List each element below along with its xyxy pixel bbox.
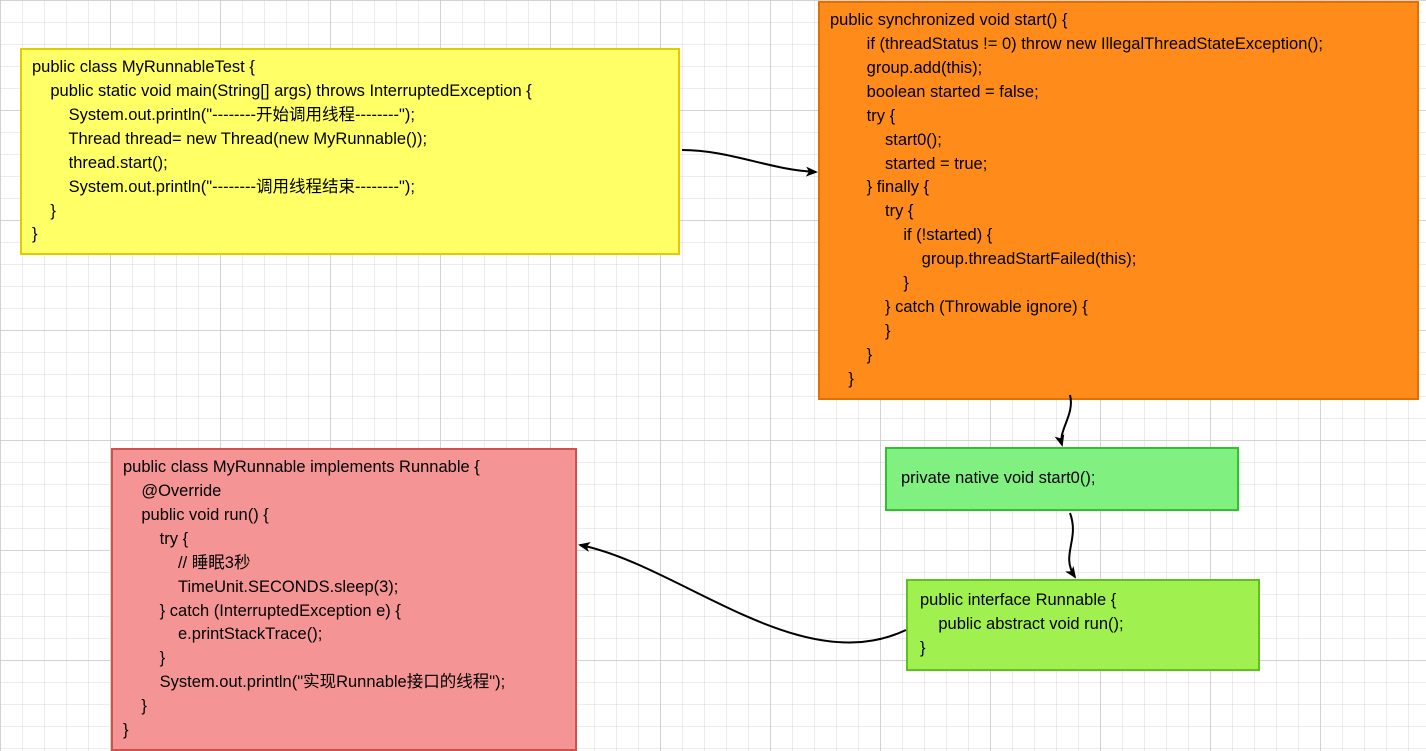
node-myrunnable: public class MyRunnable implements Runna… bbox=[111, 448, 577, 751]
node-start0: private native void start0(); bbox=[885, 447, 1239, 511]
node-start-method: public synchronized void start() { if (t… bbox=[818, 1, 1419, 400]
arrow-start-to-start0 bbox=[1061, 395, 1071, 445]
node-runnable: public interface Runnable { public abstr… bbox=[906, 579, 1260, 671]
arrow-test-to-start bbox=[682, 150, 816, 172]
arrow-runnable-to-myrunnable bbox=[580, 545, 906, 642]
node-myrunnabletest: public class MyRunnableTest { public sta… bbox=[20, 48, 680, 255]
arrow-start0-to-runnable bbox=[1069, 513, 1075, 577]
